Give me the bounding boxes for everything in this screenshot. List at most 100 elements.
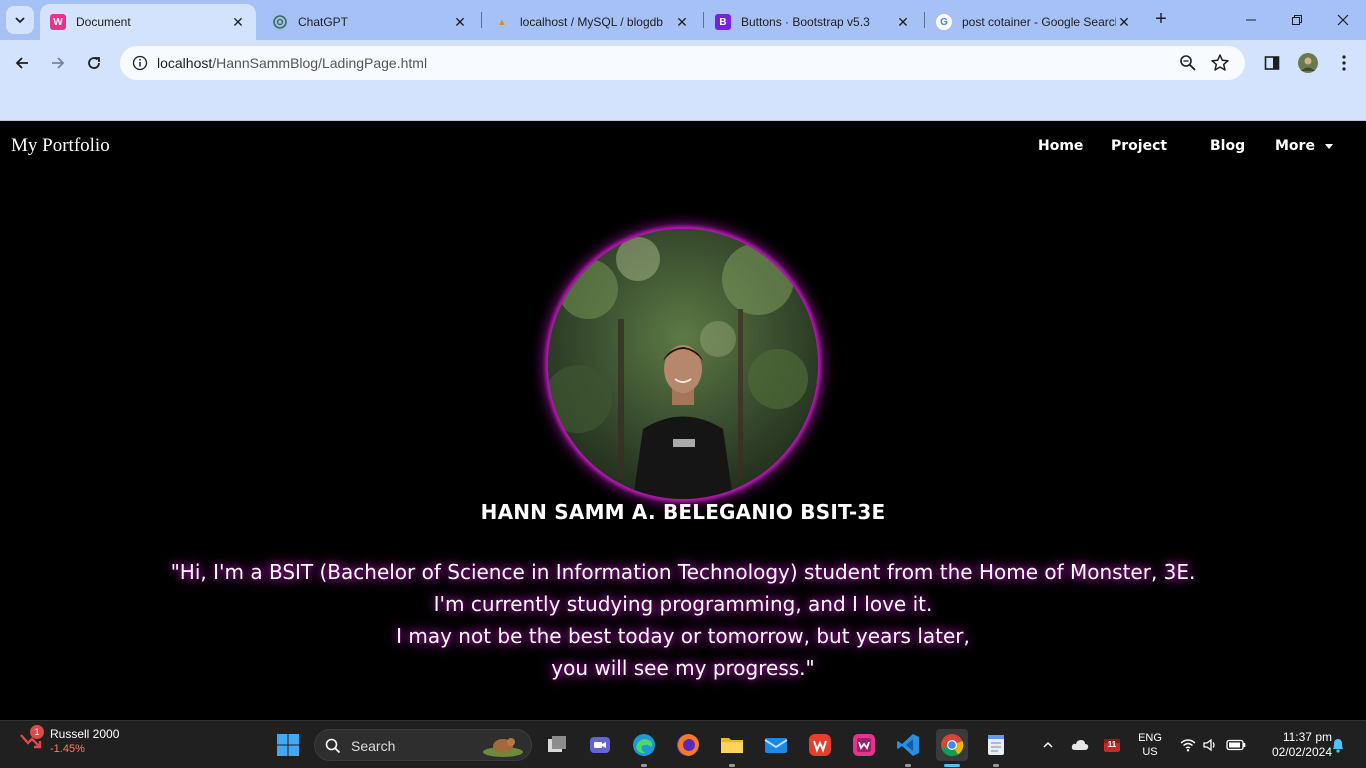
notepad-app[interactable] <box>980 729 1012 767</box>
onedrive-button[interactable] <box>1068 729 1092 761</box>
url-text[interactable]: localhost/HannSammBlog/LadingPage.html <box>157 55 427 71</box>
bell-icon <box>1333 739 1343 753</box>
restore-icon <box>1292 15 1302 25</box>
close-icon[interactable]: ✕ <box>1116 14 1132 30</box>
calendar-badge: 11 <box>1107 740 1117 749</box>
profile-photo <box>548 229 818 499</box>
chevron-down-icon <box>15 17 25 24</box>
new-tab-button[interactable]: + <box>1150 8 1172 30</box>
close-icon[interactable]: ✕ <box>452 14 468 30</box>
webstorm-icon: W <box>50 14 66 30</box>
tab-search-button[interactable] <box>6 6 34 34</box>
stock-down-icon: 1 <box>18 725 44 753</box>
widget-value: -1.45% <box>50 743 85 755</box>
nav-home[interactable]: Home <box>1038 138 1083 154</box>
show-hidden-icons-button[interactable] <box>1038 729 1058 761</box>
widget-title: Russell 2000 <box>50 727 120 741</box>
vscode-app[interactable] <box>892 729 924 767</box>
input-language-indicator[interactable]: ENG US <box>1136 731 1164 759</box>
webstorm-app[interactable] <box>848 729 880 761</box>
nav-more-dropdown[interactable]: More <box>1275 138 1333 154</box>
calendar-tray-button[interactable]: 11 <box>1100 729 1124 761</box>
close-icon[interactable]: ✕ <box>674 14 690 30</box>
edge-icon <box>633 734 655 756</box>
zoom-icon[interactable] <box>1178 53 1198 73</box>
quote-line: "Hi, I'm a BSIT (Bachelor of Science in … <box>170 560 1196 584</box>
chrome-app[interactable] <box>936 729 968 767</box>
restore-button[interactable] <box>1274 0 1320 40</box>
avatar-icon <box>1298 53 1318 73</box>
nav-more-label: More <box>1275 138 1315 154</box>
clock-date: 02/02/2024 <box>1271 745 1332 759</box>
battery-icon <box>1226 739 1246 751</box>
teams-app[interactable] <box>584 729 616 761</box>
tab-phpmyadmin[interactable]: ▲ localhost / MySQL / blogdb ✕ <box>484 4 700 40</box>
wps-icon <box>809 734 831 756</box>
running-indicator <box>641 764 647 767</box>
search-highlight-icon <box>483 738 523 757</box>
webstorm-icon <box>853 734 875 756</box>
quote-line: I'm currently studying programming, and … <box>433 592 933 616</box>
minimize-button[interactable] <box>1228 0 1274 40</box>
forward-button[interactable] <box>44 49 72 77</box>
nav-blog[interactable]: Blog <box>1210 138 1245 154</box>
system-clock[interactable]: 11:37 pm 02/02/2024 <box>1252 730 1332 760</box>
tab-chatgpt[interactable]: ChatGPT ✕ <box>262 4 478 40</box>
browser-tab-strip: W Document ✕ ChatGPT ✕ ▲ localhost / MyS… <box>0 0 1366 40</box>
tab-title: post cotainer - Google Search <box>962 15 1116 29</box>
wps-office-app[interactable] <box>804 729 836 761</box>
search-icon <box>325 738 341 754</box>
profile-avatar[interactable] <box>1297 52 1319 74</box>
more-vertical-icon <box>1342 55 1346 71</box>
close-icon[interactable]: ✕ <box>895 14 911 30</box>
tab-divider <box>924 12 925 28</box>
start-button[interactable] <box>272 729 304 761</box>
lang-secondary: US <box>1142 746 1158 758</box>
mail-app[interactable] <box>760 729 792 761</box>
taskbar-search[interactable]: Search <box>314 729 532 761</box>
task-view-icon <box>548 736 566 752</box>
tab-title: Document <box>76 15 131 29</box>
intro-quote: "Hi, I'm a BSIT (Bachelor of Science in … <box>0 556 1366 684</box>
url-host: localhost <box>157 55 213 71</box>
firefox-app[interactable] <box>672 729 704 761</box>
close-icon[interactable]: ✕ <box>230 14 246 30</box>
cloud-icon <box>1071 740 1089 750</box>
bookmark-star-icon[interactable] <box>1210 53 1230 73</box>
tab-google-search[interactable]: G post cotainer - Google Search ✕ <box>926 4 1142 40</box>
tab-divider <box>481 12 482 28</box>
tab-title: localhost / MySQL / blogdb <box>520 15 663 29</box>
search-label: Search <box>351 738 396 754</box>
folder-icon <box>721 738 743 753</box>
notifications-button[interactable] <box>1328 729 1348 761</box>
nav-project[interactable]: Project <box>1111 138 1167 154</box>
phpmyadmin-icon: ▲ <box>497 17 507 27</box>
site-info-icon[interactable] <box>128 51 152 75</box>
navbar-brand[interactable]: My Portfolio <box>11 135 110 157</box>
close-window-button[interactable] <box>1320 0 1366 40</box>
page-viewport: My Portfolio Home Project Blog More HANN… <box>0 121 1366 720</box>
task-view-button[interactable] <box>541 729 573 761</box>
stocks-widget[interactable]: 1 Russell 2000 -1.45% <box>18 725 120 755</box>
tab-document[interactable]: W Document ✕ <box>40 4 256 40</box>
windows-icon <box>277 734 299 756</box>
side-panel-button[interactable] <box>1261 52 1283 74</box>
chrome-icon <box>941 734 964 757</box>
running-indicator <box>729 764 735 767</box>
back-button[interactable] <box>8 49 36 77</box>
wifi-icon <box>1180 739 1196 752</box>
arrow-left-icon <box>15 57 28 69</box>
reload-button[interactable] <box>80 49 108 77</box>
running-indicator <box>944 764 960 767</box>
caret-down-icon <box>1324 143 1333 149</box>
edge-app[interactable] <box>628 729 660 767</box>
file-explorer-app[interactable] <box>716 729 748 767</box>
profile-name: HANN SAMM A. BELEGANIO BSIT-3E <box>480 500 886 524</box>
address-bar[interactable]: localhost/HannSammBlog/LadingPage.html <box>120 46 1245 80</box>
battery-button[interactable] <box>1224 729 1248 761</box>
menu-button[interactable] <box>1333 52 1355 74</box>
volume-button[interactable] <box>1200 729 1220 761</box>
tab-bootstrap[interactable]: B Buttons · Bootstrap v5.3 ✕ <box>705 4 921 40</box>
wifi-button[interactable] <box>1178 729 1198 761</box>
running-indicator <box>993 764 999 767</box>
